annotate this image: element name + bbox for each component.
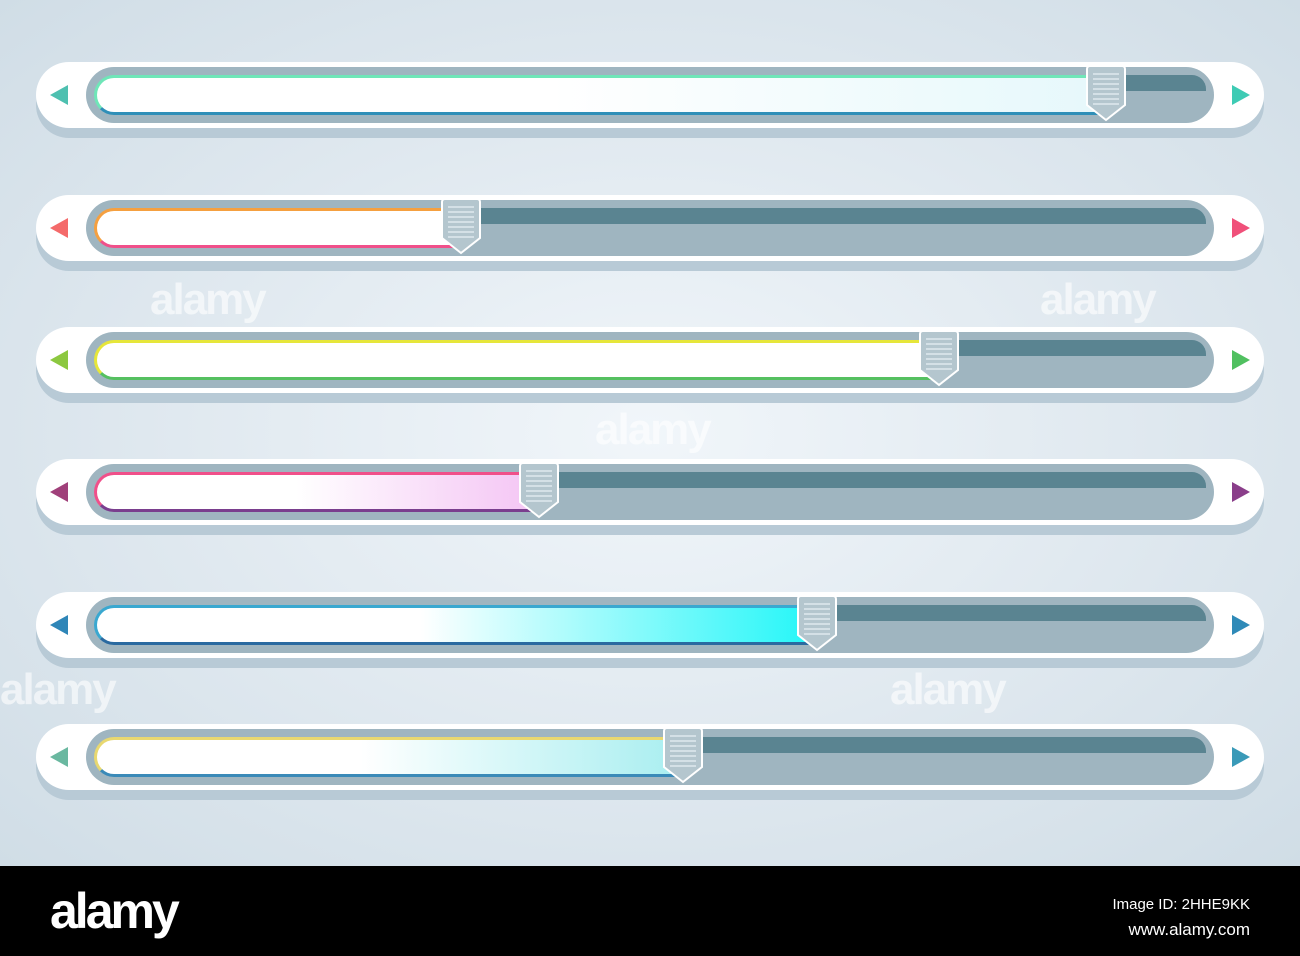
arrow-right-icon[interactable] bbox=[1232, 482, 1250, 502]
slider-6[interactable] bbox=[36, 724, 1264, 800]
slider-4[interactable] bbox=[36, 459, 1264, 535]
alamy-logo: alamy bbox=[50, 883, 180, 939]
slider-thumb[interactable] bbox=[440, 197, 482, 255]
arrow-right-icon[interactable] bbox=[1232, 615, 1250, 635]
arrow-left-icon[interactable] bbox=[50, 615, 68, 635]
slider-fill bbox=[94, 340, 939, 380]
watermark: alamy bbox=[1040, 275, 1157, 324]
watermark: alamy bbox=[0, 665, 117, 714]
watermark: alamy bbox=[595, 405, 712, 454]
slider-thumb[interactable] bbox=[662, 726, 704, 784]
arrow-left-icon[interactable] bbox=[50, 350, 68, 370]
slider-track[interactable] bbox=[86, 729, 1214, 785]
slider-thumb[interactable] bbox=[796, 594, 838, 652]
arrow-right-icon[interactable] bbox=[1232, 350, 1250, 370]
slider-2[interactable] bbox=[36, 195, 1264, 271]
slider-track[interactable] bbox=[86, 200, 1214, 256]
slider-thumb[interactable] bbox=[518, 461, 560, 519]
slider-thumb[interactable] bbox=[918, 329, 960, 387]
slider-track[interactable] bbox=[86, 332, 1214, 388]
watermark: alamy bbox=[150, 275, 267, 324]
slider-5[interactable] bbox=[36, 592, 1264, 668]
slider-thumb[interactable] bbox=[1085, 64, 1127, 122]
footer-bar: alamy Image ID: 2HHE9KK www.alamy.com bbox=[0, 866, 1300, 956]
slider-fill bbox=[94, 737, 683, 777]
slider-track[interactable] bbox=[86, 597, 1214, 653]
slider-panel: alamy alamy alamy alamy alamy bbox=[0, 0, 1300, 866]
slider-fill bbox=[94, 208, 461, 248]
slider-track[interactable] bbox=[86, 464, 1214, 520]
arrow-right-icon[interactable] bbox=[1232, 747, 1250, 767]
arrow-left-icon[interactable] bbox=[50, 482, 68, 502]
arrow-left-icon[interactable] bbox=[50, 85, 68, 105]
arrow-right-icon[interactable] bbox=[1232, 218, 1250, 238]
watermark: alamy bbox=[890, 665, 1007, 714]
slider-track[interactable] bbox=[86, 67, 1214, 123]
arrow-left-icon[interactable] bbox=[50, 747, 68, 767]
arrow-left-icon[interactable] bbox=[50, 218, 68, 238]
slider-3[interactable] bbox=[36, 327, 1264, 403]
arrow-right-icon[interactable] bbox=[1232, 85, 1250, 105]
site-url: www.alamy.com bbox=[1128, 920, 1250, 939]
slider-fill bbox=[94, 605, 817, 645]
slider-fill bbox=[94, 472, 539, 512]
slider-1[interactable] bbox=[36, 62, 1264, 138]
image-id: Image ID: 2HHE9KK bbox=[1112, 896, 1250, 913]
slider-fill bbox=[94, 75, 1106, 115]
